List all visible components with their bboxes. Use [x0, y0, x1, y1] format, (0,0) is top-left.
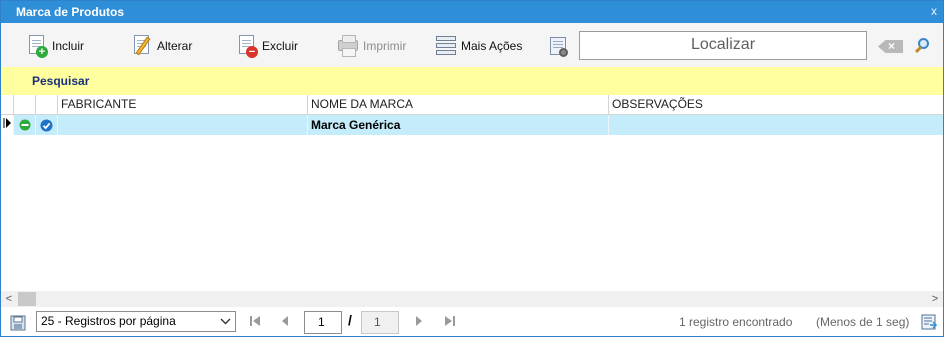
header-indicator-cell [1, 95, 14, 115]
incluir-label: Incluir [52, 39, 85, 53]
row-pointer-icon [1, 115, 14, 135]
imprimir-label: Imprimir [363, 39, 407, 53]
last-page-icon[interactable] [444, 315, 456, 327]
filter-bar: Pesquisar [1, 67, 943, 95]
grid-settings-icon [547, 34, 569, 58]
header-check-cell [36, 95, 58, 115]
records-found-text: 1 registro encontrado [679, 315, 793, 329]
title-bar: Marca de Produtos x [1, 1, 943, 23]
save-layout-icon[interactable] [10, 315, 26, 331]
cell-fabricante[interactable] [58, 115, 308, 135]
scroll-left-button[interactable]: < [1, 291, 17, 307]
excluir-label: Excluir [262, 39, 299, 53]
chevron-down-icon [220, 312, 231, 338]
scroll-right-button[interactable]: > [927, 291, 943, 307]
page-separator: / [348, 312, 352, 328]
marca-produtos-window: Marca de Produtos x + Incluir Alterar − … [0, 0, 944, 337]
current-page-input[interactable]: 1 [304, 311, 342, 334]
export-icon[interactable] [921, 314, 938, 330]
alterar-button[interactable]: Alterar [131, 34, 192, 58]
alterar-label: Alterar [157, 39, 193, 53]
excluir-button[interactable]: − Excluir [236, 34, 298, 58]
mais-acoes-label: Mais Ações [461, 39, 523, 53]
grid-settings-button[interactable] [547, 34, 569, 58]
imprimir-button[interactable]: Imprimir [337, 34, 406, 58]
printer-icon [337, 34, 359, 58]
cell-nome-da-marca[interactable]: Marca Genérica [308, 115, 609, 135]
scroll-thumb[interactable] [18, 292, 36, 306]
status-active-icon [14, 115, 36, 135]
mais-acoes-button[interactable]: Mais Ações [435, 34, 522, 58]
close-button[interactable]: x [931, 4, 937, 18]
header-status-cell [14, 95, 36, 115]
elapsed-time-text: (Menos de 1 seg) [816, 315, 910, 329]
delete-document-icon: − [236, 34, 258, 58]
pagination-bar: 25 - Registros por página 1 / 1 1 regist… [1, 307, 943, 336]
horizontal-scrollbar[interactable]: < > [1, 291, 943, 307]
first-page-icon[interactable] [249, 315, 261, 327]
clear-search-button[interactable]: × [878, 39, 903, 53]
search-input[interactable]: Localizar [579, 31, 867, 60]
total-pages: 1 [361, 311, 399, 334]
window-title: Marca de Produtos [16, 5, 125, 19]
add-document-icon: + [26, 34, 48, 58]
incluir-button[interactable]: + Incluir [26, 34, 84, 58]
search-button[interactable] [914, 37, 932, 55]
column-header-observacoes[interactable]: OBSERVAÇÕES [609, 95, 943, 115]
next-page-icon[interactable] [413, 315, 425, 327]
page-size-value: 25 - Registros por página [41, 314, 176, 328]
column-header-fabricante[interactable]: FABRICANTE [58, 95, 308, 115]
more-actions-icon [435, 34, 457, 58]
cell-observacoes[interactable] [609, 115, 943, 135]
previous-page-icon[interactable] [279, 315, 291, 327]
edit-document-icon [131, 34, 153, 58]
page-size-select[interactable]: 25 - Registros por página [36, 311, 236, 332]
column-header-nome-da-marca[interactable]: NOME DA MARCA [308, 95, 609, 115]
pesquisar-link[interactable]: Pesquisar [32, 74, 89, 88]
row-check-icon[interactable] [36, 115, 58, 135]
toolbar: + Incluir Alterar − Excluir Imprimir Mai… [1, 23, 943, 67]
